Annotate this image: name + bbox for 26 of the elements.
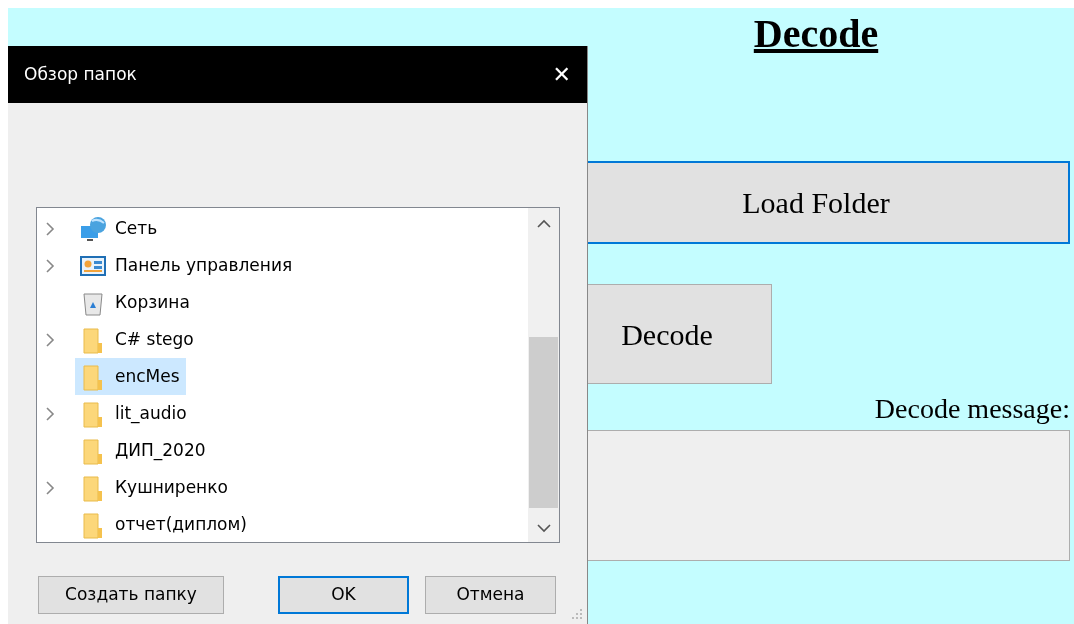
expand-chevron-icon[interactable] bbox=[43, 480, 57, 495]
expand-chevron-icon[interactable] bbox=[43, 221, 57, 236]
dialog-button[interactable]: OK bbox=[278, 576, 409, 614]
expand-chevron-icon[interactable] bbox=[43, 332, 57, 347]
network-icon bbox=[79, 214, 107, 243]
scroll-down-icon[interactable] bbox=[536, 522, 552, 534]
tree-item[interactable]: Кушниренко bbox=[75, 469, 234, 506]
close-button[interactable]: ✕ bbox=[552, 63, 571, 86]
dialog-button[interactable]: Отмена bbox=[425, 576, 556, 614]
page-heading: Decode bbox=[752, 10, 880, 56]
tree-item[interactable]: encMes bbox=[75, 358, 186, 395]
tree-item[interactable]: Корзина bbox=[75, 284, 196, 321]
expand-chevron-icon[interactable] bbox=[43, 406, 57, 421]
resize-grip-icon[interactable] bbox=[569, 606, 583, 620]
dialog-button[interactable]: Создать папку bbox=[38, 576, 224, 614]
window-title: Обзор папок bbox=[24, 62, 137, 86]
scrollbar-thumb[interactable] bbox=[529, 337, 558, 508]
scroll-up-icon[interactable] bbox=[536, 218, 552, 230]
tree-item[interactable]: lit_audio bbox=[75, 395, 193, 432]
expand-chevron-icon[interactable] bbox=[43, 258, 57, 273]
tree-item[interactable]: ДИП_2020 bbox=[75, 432, 212, 469]
tree-item[interactable]: C# stego bbox=[75, 321, 200, 358]
field-label: Decode message: bbox=[873, 392, 1070, 426]
tree-item[interactable]: Панель управления bbox=[75, 247, 299, 284]
tree-item[interactable]: отчет(диплом) bbox=[75, 506, 253, 543]
tree-item[interactable]: Сеть bbox=[75, 210, 164, 247]
